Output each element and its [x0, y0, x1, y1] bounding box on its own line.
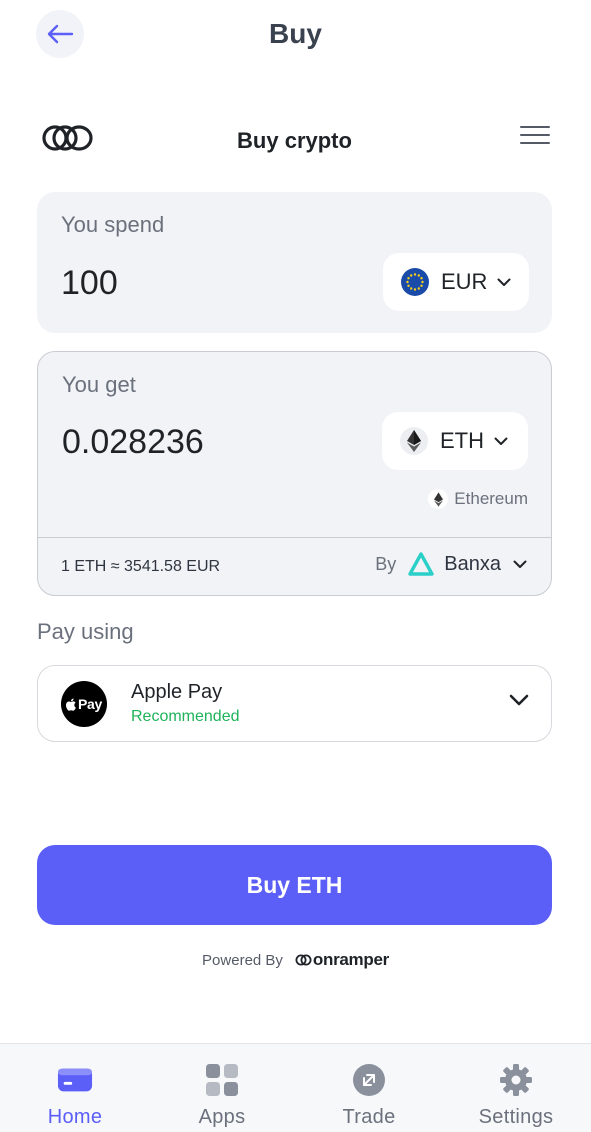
network-indicator: Ethereum: [428, 489, 528, 509]
eth-icon: [400, 427, 428, 455]
provider-name: Banxa: [444, 552, 501, 575]
banxa-logo-icon: [408, 552, 434, 576]
widget-header: Buy crypto: [37, 118, 552, 166]
onramper-brand[interactable]: onramper: [295, 950, 389, 970]
nav-item-apps[interactable]: Apps: [148, 1044, 296, 1132]
eur-flag-icon: [401, 268, 429, 296]
get-currency-code: ETH: [440, 428, 484, 453]
spend-currency-selector[interactable]: EUR: [383, 253, 529, 311]
wallet-icon: [57, 1064, 93, 1096]
powered-by-label: Powered By: [202, 951, 283, 969]
apple-pay-icon-text: Pay: [77, 696, 102, 712]
onramper-brand-text: onramper: [312, 950, 389, 969]
onramper-mark-icon: [295, 954, 312, 966]
divider: [37, 537, 552, 538]
apps-grid-icon: [204, 1064, 240, 1096]
eth-network-icon: [428, 489, 449, 509]
network-name: Ethereum: [454, 489, 528, 508]
get-currency-selector[interactable]: ETH: [382, 412, 528, 470]
get-card: You get 0.028236 ETH Ethereum 1 ETH ≈ 35…: [37, 351, 552, 596]
trade-arrows-icon: [351, 1064, 387, 1096]
provider-by-label: By: [375, 553, 397, 574]
nav-label-apps: Apps: [198, 1106, 246, 1128]
apple-pay-icon: Pay: [61, 681, 107, 727]
gear-icon: [498, 1064, 534, 1096]
spend-label: You spend: [61, 212, 165, 237]
provider-selector[interactable]: By Banxa: [375, 552, 527, 576]
top-bar: Buy: [0, 0, 591, 74]
get-amount: 0.028236: [62, 423, 204, 461]
nav-label-settings: Settings: [478, 1106, 554, 1128]
chevron-down-icon: [497, 278, 511, 286]
spend-card: You spend 100 EUR: [37, 192, 552, 333]
payment-method-name: Apple Pay: [131, 681, 223, 703]
spend-currency-code: EUR: [441, 269, 488, 294]
pay-using-label: Pay using: [37, 619, 134, 644]
nav-label-home: Home: [47, 1106, 103, 1128]
payment-method-selector[interactable]: Pay Apple Pay Recommended: [37, 665, 552, 742]
buy-button[interactable]: Buy ETH: [37, 845, 552, 925]
widget-title: Buy crypto: [237, 128, 352, 153]
page-title: Buy: [269, 18, 322, 49]
bottom-navigation: Home Apps Trade Settings: [0, 1043, 591, 1132]
chevron-down-icon: [494, 437, 508, 445]
hamburger-menu-icon[interactable]: [520, 126, 550, 148]
powered-by: Powered By onramper: [0, 950, 591, 970]
nav-item-trade[interactable]: Trade: [295, 1044, 443, 1132]
spend-amount-input[interactable]: 100: [61, 264, 118, 303]
nav-item-home[interactable]: Home: [1, 1044, 149, 1132]
recommended-badge: Recommended: [131, 708, 240, 725]
chevron-down-icon: [509, 694, 529, 706]
get-label: You get: [62, 372, 136, 397]
chevron-down-icon: [513, 560, 527, 568]
nav-item-settings[interactable]: Settings: [442, 1044, 590, 1132]
nav-label-trade: Trade: [342, 1106, 396, 1128]
exchange-rate: 1 ETH ≈ 3541.58 EUR: [61, 558, 221, 575]
